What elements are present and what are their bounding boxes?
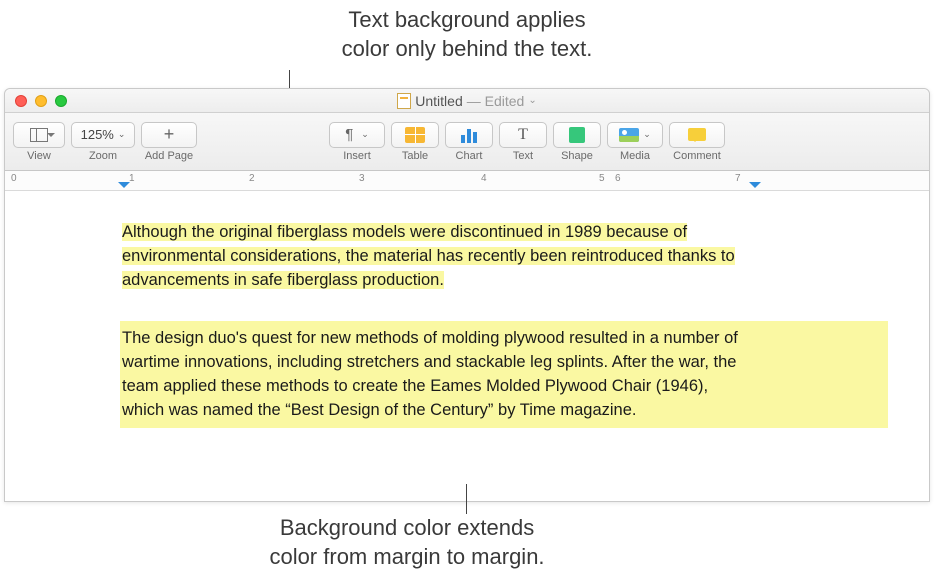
paragraph[interactable]: Although the original fiberglass models …	[122, 221, 762, 293]
shape-button[interactable]	[553, 122, 601, 148]
ruler-tick: 7	[735, 173, 741, 184]
document-name: Untitled	[415, 93, 462, 109]
callout-text: color only behind the text.	[0, 35, 934, 64]
chart-button[interactable]	[445, 122, 493, 148]
chart-label: Chart	[456, 150, 483, 162]
view-label: View	[27, 150, 51, 162]
text-button[interactable]: T	[499, 122, 547, 148]
add-page-label: Add Page	[145, 150, 193, 162]
ruler-tick: 4	[481, 173, 487, 184]
text-label: Text	[513, 150, 533, 162]
table-label: Table	[402, 150, 428, 162]
ruler[interactable]: 0 1 2 3 4 5 6 7	[5, 171, 929, 191]
ruler-tick: 3	[359, 173, 365, 184]
minimize-icon[interactable]	[35, 95, 47, 107]
callout-text: color from margin to margin.	[269, 543, 544, 572]
ruler-tick: 5	[599, 173, 605, 184]
document-canvas[interactable]: Although the original fiberglass models …	[5, 191, 929, 501]
zoom-value: 125%	[81, 127, 114, 142]
insert-icon: ¶ ⌄	[345, 126, 369, 143]
add-page-button[interactable]: +	[141, 122, 197, 148]
window-titlebar: Untitled — Edited ⌄	[5, 89, 929, 113]
text-icon: T	[518, 126, 528, 144]
shape-label: Shape	[561, 150, 593, 162]
chevron-down-icon: ⌄	[643, 129, 651, 140]
zoom-window-icon[interactable]	[55, 95, 67, 107]
chevron-down-icon: ⌄	[118, 129, 126, 140]
chevron-down-icon: ⌄	[361, 129, 369, 140]
callout-text: Text background applies	[0, 6, 934, 35]
paragraph[interactable]: The design duo's quest for new methods o…	[122, 327, 752, 423]
paragraph-background[interactable]: The design duo's quest for new methods o…	[120, 321, 888, 429]
media-button[interactable]: ⌄	[607, 122, 663, 148]
comment-icon	[688, 128, 706, 141]
callout-text: Background color extends	[269, 514, 544, 543]
media-label: Media	[620, 150, 650, 162]
shape-icon	[569, 127, 585, 143]
callout-leader-line	[466, 484, 467, 514]
comment-button[interactable]	[669, 122, 725, 148]
highlighted-text: Although the original fiberglass models …	[122, 223, 735, 289]
pilcrow-icon: ¶	[345, 126, 353, 143]
chevron-down-icon[interactable]: ⌄	[528, 95, 536, 106]
chart-icon	[461, 127, 477, 143]
close-icon[interactable]	[15, 95, 27, 107]
app-window: Untitled — Edited ⌄ View 125% ⌄ Zoom + A…	[4, 88, 930, 502]
view-icon	[30, 128, 48, 142]
body-text: The design duo's quest for new methods o…	[122, 329, 738, 419]
view-button[interactable]	[13, 122, 65, 148]
toolbar: View 125% ⌄ Zoom + Add Page ¶ ⌄ Insert	[5, 113, 929, 171]
callout-bottom: Background color extends color from marg…	[0, 514, 934, 571]
window-title: Untitled — Edited ⌄	[5, 93, 929, 109]
table-button[interactable]	[391, 122, 439, 148]
table-icon	[405, 127, 425, 143]
media-icon	[619, 128, 639, 142]
document-state: — Edited	[467, 93, 525, 109]
insert-button[interactable]: ¶ ⌄	[329, 122, 385, 148]
zoom-label: Zoom	[89, 150, 117, 162]
ruler-tick: 0	[11, 173, 17, 184]
ruler-tick: 2	[249, 173, 255, 184]
paragraph-gap	[122, 293, 889, 321]
ruler-tick: 6	[615, 173, 621, 184]
plus-icon: +	[164, 124, 175, 145]
window-controls	[5, 95, 67, 107]
insert-label: Insert	[343, 150, 371, 162]
callout-top: Text background applies color only behin…	[0, 0, 934, 63]
document-icon	[397, 93, 411, 109]
comment-label: Comment	[673, 150, 721, 162]
zoom-button[interactable]: 125% ⌄	[71, 122, 135, 148]
